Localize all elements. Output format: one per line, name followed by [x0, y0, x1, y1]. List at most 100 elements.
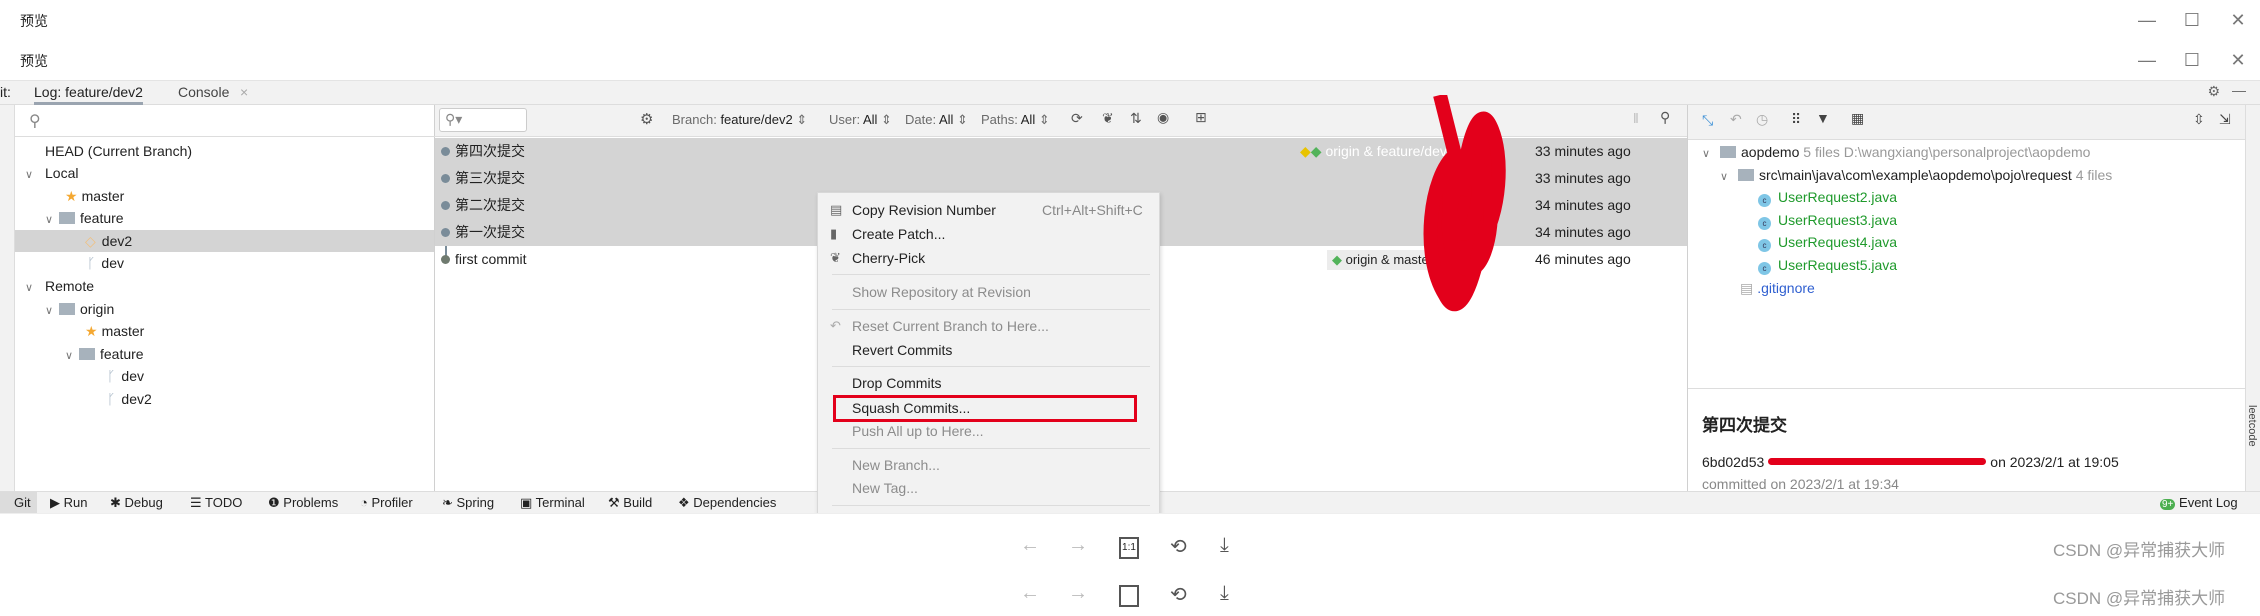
menu-reset-branch[interactable]: Reset Current Branch to Here... — [852, 315, 1049, 337]
date-filter[interactable]: Date: All ⇕ — [905, 112, 968, 128]
tool-terminal[interactable]: ▣ Terminal — [520, 495, 585, 511]
tree-item-local-feature[interactable]: ∨ feature — [45, 207, 124, 229]
menu-drop-commits[interactable]: Drop Commits — [852, 372, 941, 394]
tree-item-remote[interactable]: ∨ Remote — [25, 275, 94, 297]
changes-dir[interactable]: ∨ src\main\java\com\example\aopdemo\pojo\… — [1720, 164, 2112, 186]
collapse-all-icon[interactable]: ⇲ — [2219, 111, 2231, 128]
changes-root[interactable]: ∨ aopdemo 5 files D:\wangxiang\personalpr… — [1702, 141, 2090, 163]
gear-icon[interactable]: ⚙ — [2207, 83, 2220, 100]
group-icon[interactable]: ⠿ — [1791, 111, 1801, 128]
tree-item-origin[interactable]: ∨ origin — [45, 298, 114, 320]
changed-file-gitignore[interactable]: ▤ .gitignore — [1740, 277, 1815, 299]
expand-all-icon[interactable]: ⇳ — [2193, 111, 2205, 128]
branch-filter[interactable]: Branch: feature/dev2 ⇕ — [672, 112, 807, 128]
event-log-button[interactable]: 9+ Event Log — [2160, 495, 2238, 510]
paths-filter[interactable]: Paths: All ⇕ — [981, 112, 1050, 128]
menu-create-patch[interactable]: Create Patch... — [852, 223, 945, 245]
branch-icon: ᚴ — [87, 255, 96, 271]
user-filter[interactable]: User: All ⇕ — [829, 112, 892, 128]
next-icon[interactable]: → — [1068, 582, 1088, 605]
pause-icon[interactable]: ‖ — [1633, 110, 1639, 126]
menu-cherry-pick[interactable]: Cherry-Pick — [852, 247, 925, 269]
tool-dependencies[interactable]: ❖ Dependencies — [678, 495, 776, 511]
sort-icon[interactable]: ⇅ — [1130, 110, 1142, 127]
cherry-icon: ❦ — [830, 250, 841, 265]
rotate-icon[interactable]: ⟲ — [1170, 534, 1187, 559]
tag-icon-2: ◆ — [1310, 143, 1322, 159]
menu-push-all[interactable]: Push All up to Here... — [852, 420, 984, 442]
maximize-button[interactable]: ☐ — [2180, 8, 2204, 32]
maximize-button-2[interactable]: ☐ — [2180, 48, 2204, 72]
new-tab-icon[interactable]: ⊞ — [1195, 109, 1207, 126]
branch-search[interactable]: ⚲ — [15, 105, 435, 137]
tree-item-local-dev2[interactable]: ◇ dev2 — [15, 230, 434, 252]
previous-icon[interactable]: ← — [1020, 582, 1040, 605]
collapse-icon[interactable]: ⤡ — [1702, 112, 1713, 129]
undo-icon[interactable]: ↶ — [1730, 111, 1742, 128]
tree-item-origin-master[interactable]: ★ master — [85, 320, 144, 342]
watermark: CSDN @异常捕获大师 — [2053, 541, 2226, 560]
hammer-icon: ⚒ — [608, 495, 624, 510]
tree-item-origin-dev[interactable]: ᚴ dev — [107, 365, 144, 387]
tool-problems[interactable]: ❶ Problems — [268, 495, 338, 511]
menu-show-repository[interactable]: Show Repository at Revision — [852, 281, 1031, 303]
tree-item-origin-feature[interactable]: ∨ feature — [65, 343, 144, 365]
authored-date: on 2023/2/1 at 19:05 — [1990, 454, 2119, 470]
tool-debug[interactable]: ✱ Debug — [110, 495, 163, 511]
tree-item-local-master[interactable]: ★ master — [65, 185, 124, 207]
layout-icon[interactable]: ▦ — [1851, 110, 1864, 127]
folder-icon — [1738, 169, 1754, 181]
user-filter-label: User: — [829, 112, 861, 127]
changed-file[interactable]: c UserRequest4.java — [1758, 231, 1897, 253]
reset-icon: ↶ — [830, 318, 841, 333]
download-icon[interactable]: ⤓ — [1220, 534, 1229, 557]
minimize-button[interactable]: — — [2135, 8, 2159, 32]
next-icon[interactable]: → — [1068, 534, 1088, 557]
cherry-pick-icon[interactable]: ❦ — [1102, 110, 1114, 127]
rotate-icon[interactable]: ⟲ — [1170, 582, 1187, 607]
tab-console[interactable]: Console — [178, 84, 229, 100]
minimize-panel-icon[interactable]: — — [2232, 82, 2246, 98]
preview-toolbar-area: ← → 1:1 ⟲ ⤓ CSDN @异常捕获大师 ← → ⟲ ⤓ CSDN @异… — [0, 513, 2260, 616]
filter-icon[interactable]: ▼ — [1816, 110, 1830, 126]
changed-file[interactable]: c UserRequest5.java — [1758, 254, 1897, 276]
tool-run[interactable]: ▶ Run — [50, 495, 87, 511]
close-button-2[interactable]: ✕ — [2226, 48, 2250, 72]
tree-item-local-dev[interactable]: ᚴ dev — [87, 252, 124, 274]
actual-size-button[interactable]: 1:1 — [1119, 537, 1139, 559]
history-icon[interactable]: ◷ — [1756, 111, 1768, 128]
refresh-icon[interactable]: ⟳ — [1071, 110, 1083, 127]
label: dev2 — [121, 391, 152, 407]
tab-log[interactable]: Log: feature/dev2 — [34, 84, 143, 105]
branch-search-input[interactable] — [51, 111, 421, 126]
tool-build[interactable]: ⚒ Build — [608, 495, 652, 511]
tool-todo[interactable]: ☰ TODO — [190, 495, 242, 511]
fit-screen-icon[interactable] — [1119, 585, 1139, 607]
tree-item-local[interactable]: ∨ Local — [25, 162, 78, 184]
tree-item-head[interactable]: HEAD (Current Branch) — [45, 140, 192, 162]
changed-file[interactable]: c UserRequest3.java — [1758, 209, 1897, 231]
tool-git[interactable]: Git — [0, 492, 37, 514]
previous-icon[interactable]: ← — [1020, 534, 1040, 557]
tool-spring[interactable]: ❧ Spring — [442, 495, 494, 511]
download-icon[interactable]: ⤓ — [1220, 582, 1229, 605]
minimize-button-2[interactable]: — — [2135, 48, 2159, 72]
menu-revert-commits[interactable]: Revert Commits — [852, 339, 952, 361]
settings-icon[interactable]: ⚙ — [640, 110, 653, 128]
menu-new-branch[interactable]: New Branch... — [852, 454, 940, 476]
close-button[interactable]: ✕ — [2226, 8, 2250, 32]
log-search-input[interactable]: ⚲▾ — [439, 108, 527, 132]
close-icon[interactable]: × — [240, 84, 248, 100]
ignored-file-icon: ▤ — [1740, 280, 1754, 296]
tool-profiler[interactable]: ◔ Profiler — [360, 495, 413, 510]
branches-panel: ⚲ HEAD (Current Branch) ∨ Local ★ master ∨… — [15, 105, 435, 491]
leetcode-tab[interactable]: leetcode — [2246, 405, 2258, 447]
tree-item-origin-dev2[interactable]: ᚴ dev2 — [107, 388, 152, 410]
search-icon[interactable]: ⚲ — [1660, 109, 1670, 126]
problems-icon: ❶ — [268, 495, 284, 510]
changed-file[interactable]: c UserRequest2.java — [1758, 186, 1897, 208]
eye-icon[interactable]: ◉ — [1157, 109, 1169, 126]
menu-copy-revision[interactable]: Copy Revision Number — [852, 199, 996, 221]
commit-hash[interactable]: 6bd02d53 — [1702, 454, 1764, 470]
menu-new-tag[interactable]: New Tag... — [852, 477, 918, 499]
